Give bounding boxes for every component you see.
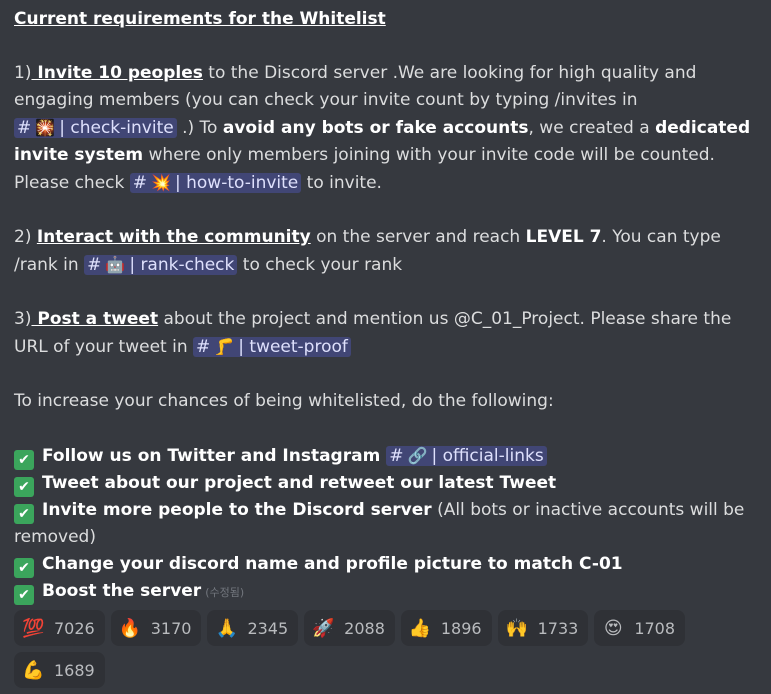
check-mark-icon: ✔ <box>14 477 34 497</box>
reaction-count: 1708 <box>634 618 676 638</box>
heart-eyes-icon: 😍 <box>603 617 623 639</box>
reaction-count: 1689 <box>54 660 95 680</box>
message-content: Current requirements for the Whitelist 1… <box>0 0 771 688</box>
reaction-raised-hands[interactable]: 🙌 1733 <box>497 610 589 646</box>
check-mark-icon: ✔ <box>14 585 34 605</box>
channel-mention-check-invite[interactable]: # 🎇 | check-invite <box>14 118 177 138</box>
sparkler-icon: 🎇 <box>35 118 56 137</box>
reaction-count: 2345 <box>247 618 289 638</box>
channel-label: | rank-check <box>129 255 235 275</box>
bullet-item: ✔ Follow us on Twitter and Instagram # 🔗 | … <box>14 442 757 470</box>
req1-text: .) To <box>176 118 223 138</box>
increase-chances-text: To increase your chances of being whitel… <box>14 391 554 411</box>
reaction-count: 2088 <box>344 618 385 638</box>
req2-prefix: 2) <box>14 227 37 247</box>
bullet-item: ✔ Change your discord name and profile pi… <box>14 551 757 578</box>
bullet-text: Boost the server <box>42 581 202 601</box>
bullet-text: Change your discord name and profile pic… <box>42 554 623 574</box>
reactions-bar: 💯 7026 🔥 3170 🙏 2345 🚀 2088 👍 1896 🙌 1733 😍 170… <box>14 610 757 688</box>
requirement-1: 1) Invite 10 peoples to the Discord serv… <box>14 60 757 197</box>
hash-icon: # <box>196 337 211 357</box>
requirement-3: 3) Post a tweet about the project and me… <box>14 306 757 361</box>
fire-icon: 🔥 <box>118 617 142 639</box>
channel-mention-official-links[interactable]: # 🔗 | official-links <box>386 446 547 466</box>
heading-text: Current requirements for the Whitelist <box>14 9 386 29</box>
req1-bold: avoid any bots or fake accounts <box>222 118 529 138</box>
check-mark-icon: ✔ <box>14 450 34 470</box>
bullet-text: Invite more people to the Discord server <box>42 500 432 520</box>
channel-label: | tweet-proof <box>238 337 348 357</box>
bullet-text: Tweet about our project and retweet our … <box>42 473 557 493</box>
reaction-100[interactable]: 💯 7026 <box>14 610 105 646</box>
req2-bold: LEVEL 7 <box>525 227 602 247</box>
req2-text: to check your rank <box>237 255 403 275</box>
check-mark-icon: ✔ <box>14 558 34 578</box>
hash-icon: # <box>17 118 32 138</box>
hash-icon: # <box>132 173 147 193</box>
channel-label: | official-links <box>431 446 544 466</box>
hundred-points-icon: 💯 <box>22 617 45 639</box>
req1-prefix: 1) <box>14 63 32 83</box>
req1-bold: Invite 10 peoples <box>31 63 203 83</box>
reaction-thumbs-up[interactable]: 👍 1896 <box>400 610 492 646</box>
reaction-count: 7026 <box>54 618 95 638</box>
bullet-list: ✔ Follow us on Twitter and Instagram # 🔗 | … <box>14 442 757 606</box>
channel-mention-rank-check[interactable]: # 🤖 | rank-check <box>84 255 238 275</box>
requirement-2: 2) Interact with the community on the se… <box>14 224 757 279</box>
channel-label: | check-invite <box>59 118 174 138</box>
bullet-text: Follow us on Twitter and Instagram <box>42 446 381 466</box>
reaction-fire[interactable]: 🔥 3170 <box>110 610 202 646</box>
req1-text: to invite. <box>301 173 382 193</box>
req3-bold: Post a tweet <box>31 309 159 329</box>
channel-mention-how-to-invite[interactable]: # 💥 | how-to-invite <box>129 173 302 193</box>
link-icon: 🔗 <box>407 446 428 465</box>
thumbs-up-icon: 👍 <box>408 617 432 639</box>
bullet-item: ✔ Invite more people to the Discord serve… <box>14 497 757 551</box>
folded-hands-icon: 🙏 <box>215 617 238 639</box>
req2-text: on the server and reach <box>310 227 526 247</box>
collision-icon: 💥 <box>151 173 171 192</box>
flexed-biceps-icon: 💪 <box>22 659 45 681</box>
message-heading: Current requirements for the Whitelist <box>14 6 757 33</box>
reaction-count: 1733 <box>537 618 579 638</box>
hash-icon: # <box>87 255 102 275</box>
raised-hands-icon: 🙌 <box>505 617 529 639</box>
hash-icon: # <box>389 446 404 466</box>
robot-icon: 🤖 <box>105 255 126 274</box>
bullet-item: ✔ Tweet about our project and retweet our… <box>14 470 757 497</box>
reaction-count: 3170 <box>150 618 192 638</box>
leg-icon: 🦵 <box>214 337 235 356</box>
rocket-icon: 🚀 <box>312 617 335 639</box>
edited-label: (수정됨) <box>205 586 245 599</box>
reaction-pray[interactable]: 🙏 2345 <box>207 610 299 646</box>
reaction-heart-eyes[interactable]: 😍 1708 <box>594 610 686 646</box>
reaction-muscle[interactable]: 💪 1689 <box>14 652 105 688</box>
req2-bold: Interact with the community <box>36 227 311 247</box>
check-mark-icon: ✔ <box>14 504 34 524</box>
req3-prefix: 3) <box>14 309 32 329</box>
reaction-count: 1896 <box>440 618 482 638</box>
bullet-item: ✔ Boost the server (수정됨) <box>14 578 757 606</box>
channel-mention-tweet-proof[interactable]: # 🦵 | tweet-proof <box>193 337 351 357</box>
req1-text: , we created a <box>528 118 656 138</box>
channel-label: | how-to-invite <box>175 173 299 193</box>
reaction-rocket[interactable]: 🚀 2088 <box>304 610 395 646</box>
